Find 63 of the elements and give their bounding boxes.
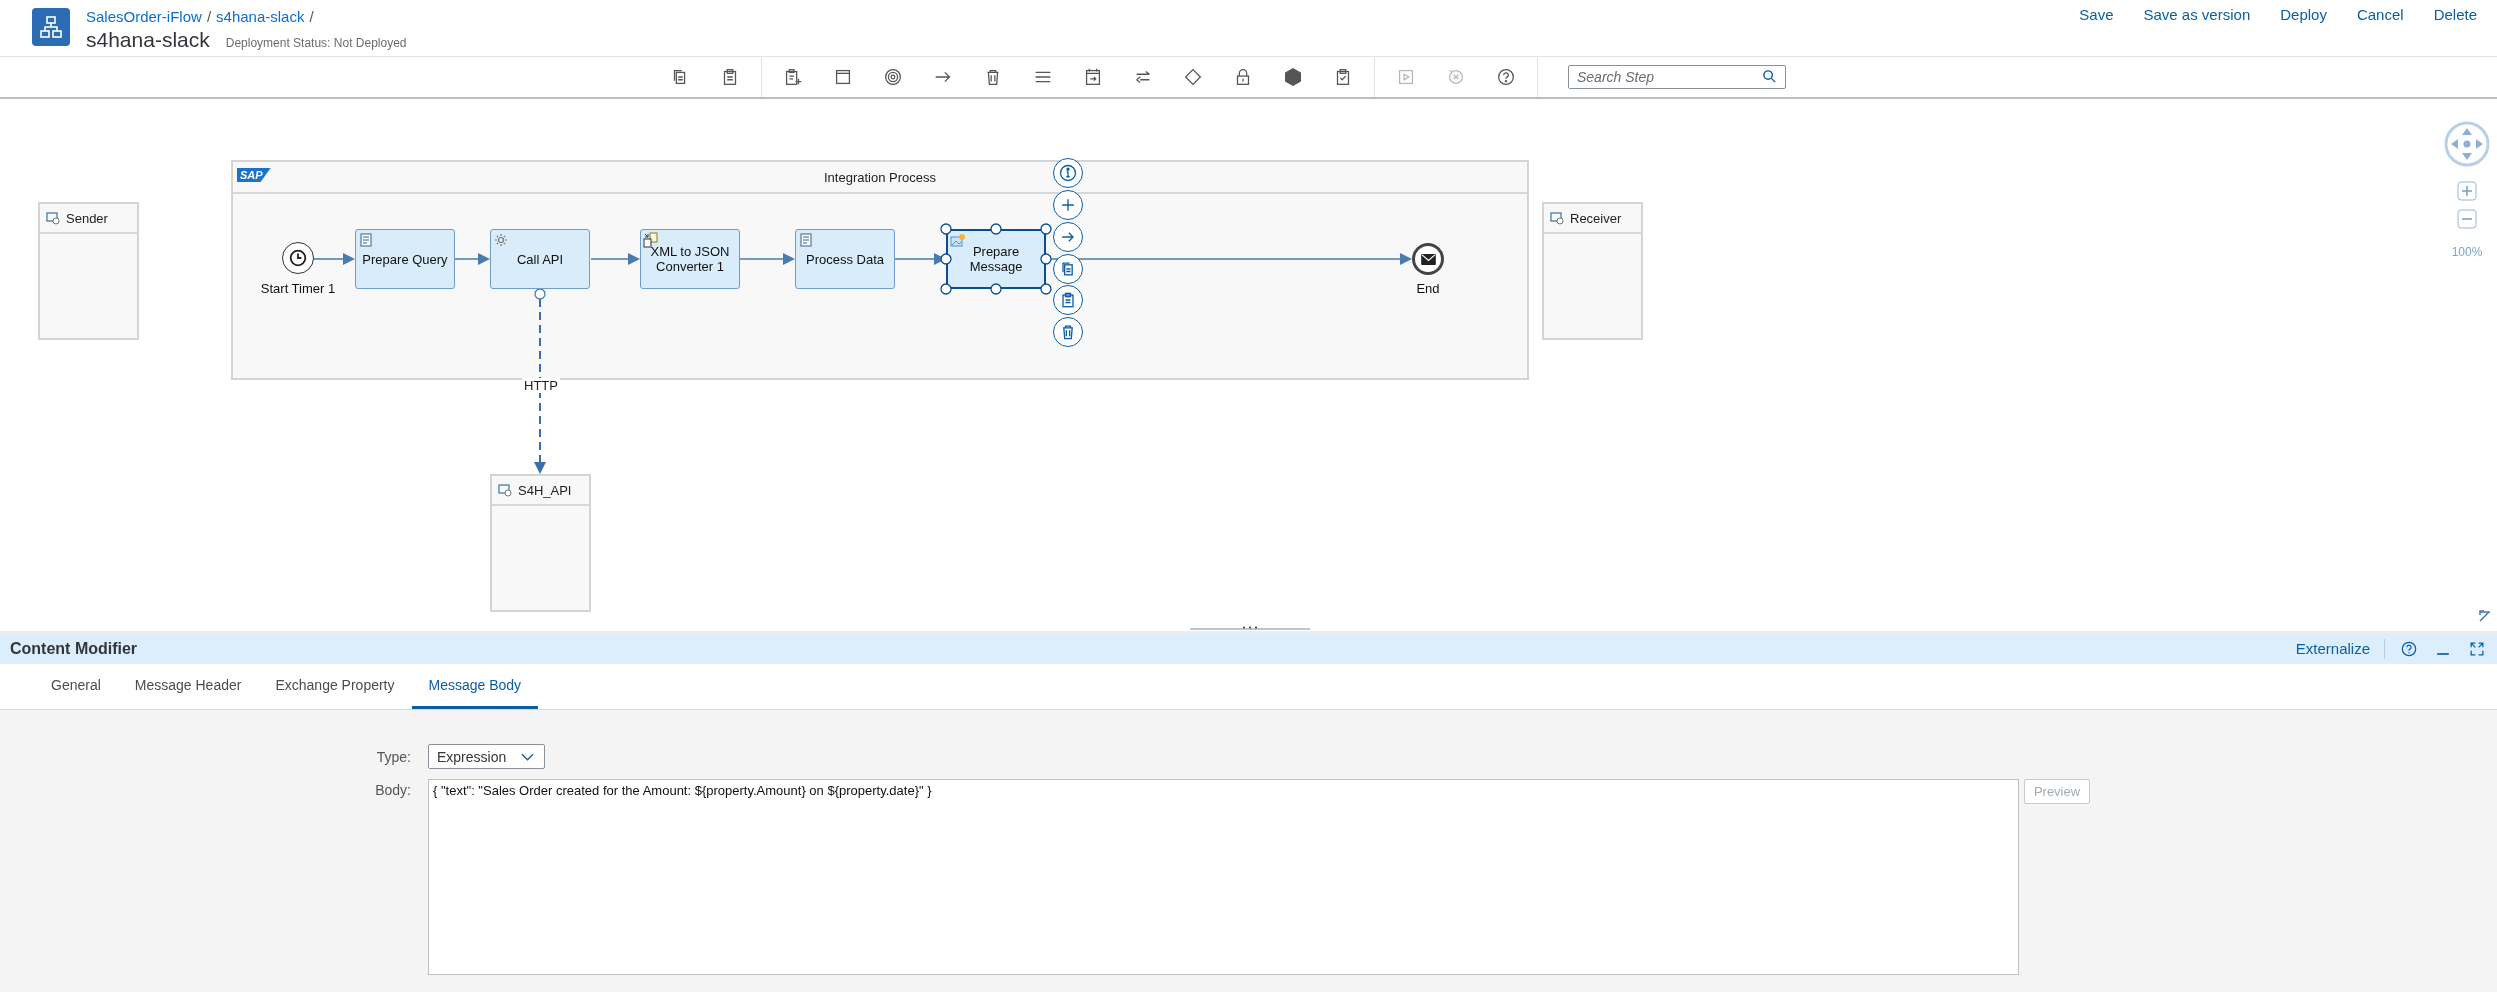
process-step[interactable]: Prepare Query xyxy=(355,229,455,289)
envelope-icon xyxy=(1420,253,1436,265)
header-action-button[interactable]: Delete xyxy=(2433,6,2477,23)
target-icon[interactable] xyxy=(882,66,904,88)
panel-tab[interactable]: Message Header xyxy=(117,664,259,709)
page-title: s4hana-slack xyxy=(86,28,210,52)
connector-arrow xyxy=(590,253,640,265)
type-select[interactable]: Expression xyxy=(428,744,545,769)
header-action-button[interactable]: Cancel xyxy=(2356,6,2404,23)
search-icon[interactable] xyxy=(1762,69,1777,84)
converter-icon xyxy=(643,232,659,248)
body-label: Body: xyxy=(374,781,411,798)
collapse-arrow-icon[interactable] xyxy=(2478,609,2492,623)
process-step[interactable]: Call API xyxy=(490,229,590,289)
participant-label: Receiver xyxy=(1570,210,1622,226)
zoom-level: 100% xyxy=(2451,245,2483,259)
connector-arrow xyxy=(313,253,355,265)
participant-label: S4H_API xyxy=(518,482,572,498)
header-action-button[interactable]: Save as version xyxy=(2143,6,2251,23)
breadcrumb-separator: / xyxy=(309,7,314,27)
breadcrumb-separator: / xyxy=(206,7,212,27)
process-step[interactable]: Process Data xyxy=(795,229,895,289)
panel-tab[interactable]: General xyxy=(34,664,118,709)
process-step[interactable]: Prepare Message xyxy=(946,229,1046,289)
integration-flow-logo-icon xyxy=(32,8,70,46)
gear-icon xyxy=(493,232,509,248)
search-field[interactable]: Search Step xyxy=(1568,65,1786,89)
clock-icon xyxy=(289,249,307,267)
panel-tab[interactable]: Exchange Property xyxy=(258,664,412,709)
connection-label: HTTP xyxy=(522,378,560,393)
type-label: Type: xyxy=(375,748,411,765)
script-icon xyxy=(798,232,814,248)
selection-handles-drawing[interactable] xyxy=(940,223,1052,295)
system-icon xyxy=(1550,211,1564,225)
deployment-status: Deployment Status: Not Deployed xyxy=(225,36,407,50)
info-icon xyxy=(1058,163,1078,183)
process-step[interactable]: XML to JSON Converter 1 xyxy=(640,229,740,289)
help-icon[interactable] xyxy=(1495,66,1517,88)
header-action-button[interactable]: Deploy xyxy=(2280,6,2327,23)
breadcrumb-link[interactable]: s4hana-slack xyxy=(216,7,305,27)
hexagon-icon[interactable] xyxy=(1282,66,1304,88)
participant-box[interactable]: Sender xyxy=(38,202,139,340)
picture-icon xyxy=(950,233,966,249)
chevron-down-icon xyxy=(521,752,534,761)
header-action-button[interactable]: Save xyxy=(2079,6,2114,23)
pool-title: Integration Process xyxy=(824,169,936,185)
externalize-link[interactable]: Externalize xyxy=(2295,640,2370,657)
panel-title: Content Modifier xyxy=(10,639,138,658)
breadcrumb-link[interactable]: SalesOrder-iFlow xyxy=(86,7,202,27)
body-field[interactable]: { "text": "Sales Order created for the Amount: ${property.Amount} on ${property.date}" } xyxy=(428,779,2019,975)
connector-arrow xyxy=(739,253,795,265)
system-icon xyxy=(498,483,512,497)
participant-box[interactable]: Receiver xyxy=(1542,202,1643,340)
connector-arrow xyxy=(454,253,490,265)
script-icon xyxy=(358,232,374,248)
event-label: End xyxy=(1416,281,1440,296)
participant-box[interactable]: S4H_API xyxy=(490,474,591,612)
sap-logo: SAP xyxy=(237,168,271,182)
diamond-icon[interactable] xyxy=(1182,66,1204,88)
participant-label: Sender xyxy=(66,210,108,226)
event-label: Start Timer 1 xyxy=(260,281,336,296)
splitter-handle-icon[interactable] xyxy=(1190,626,1310,630)
system-icon xyxy=(46,211,60,225)
